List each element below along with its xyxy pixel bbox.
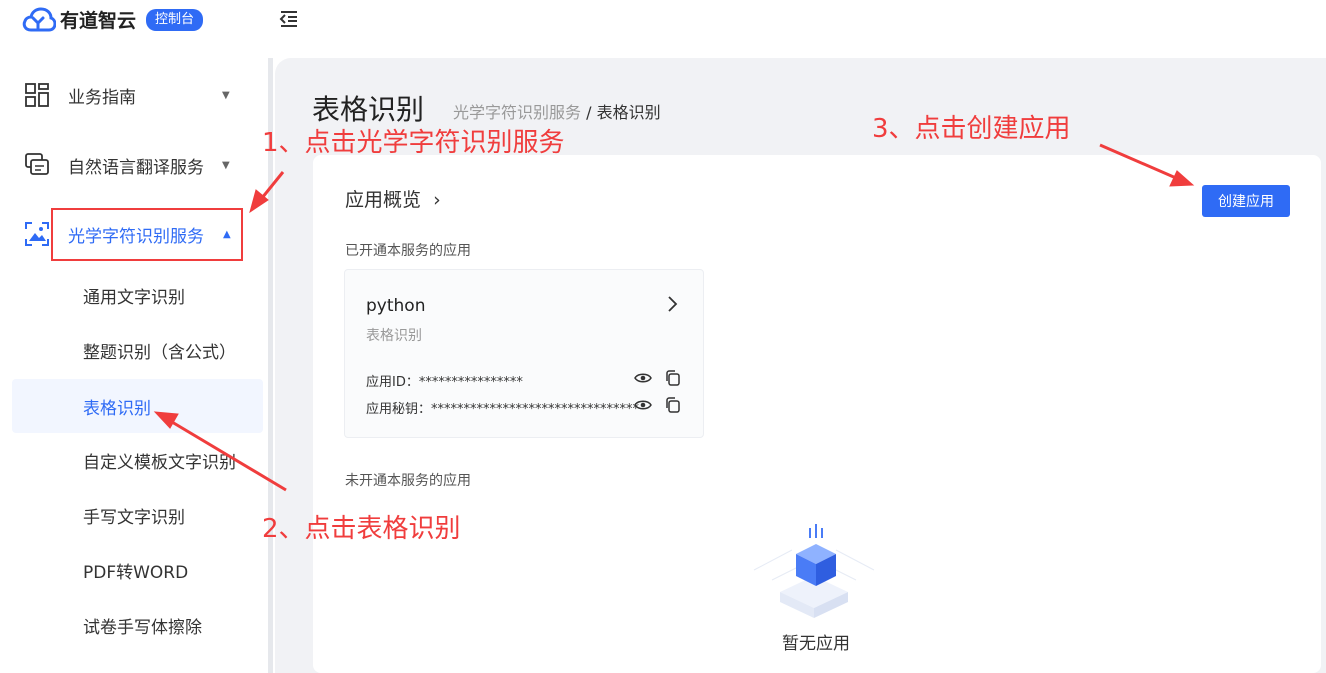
sidebar-item-nlp-translation[interactable]: 自然语言翻译服务 ▼: [0, 139, 268, 191]
caret-down-icon: ▼: [222, 89, 230, 101]
sidebar-subitem-table-recognition[interactable]: 表格识别: [12, 379, 263, 433]
breadcrumb-current: 表格识别: [596, 103, 661, 122]
app-id-label: 应用ID：: [366, 375, 419, 390]
breadcrumb-parent-link[interactable]: 光学字符识别服务: [453, 103, 581, 122]
chevron-right-icon[interactable]: [664, 294, 680, 314]
sidebar-item-label: 自然语言翻译服务: [68, 157, 204, 178]
sidebar-subitem-label: 整题识别（含公式）: [83, 342, 236, 363]
empty-box-illustration: [753, 524, 875, 618]
copy-icon[interactable]: [664, 369, 682, 387]
sidebar-subitem-pdf-to-word[interactable]: PDF转WORD: [12, 543, 263, 597]
eye-icon[interactable]: [634, 369, 652, 387]
app-name: python: [366, 296, 426, 316]
sidebar-item-business-guide[interactable]: 业务指南 ▼: [0, 69, 268, 121]
annotation-step-2: 2、点击表格识别: [262, 514, 461, 544]
sidebar-subitem-custom-template[interactable]: 自定义模板文字识别: [12, 433, 263, 487]
app-overview-title: 应用概览: [345, 189, 422, 211]
create-app-button[interactable]: 创建应用: [1202, 185, 1290, 217]
app-overview-link[interactable]: 应用概览 ›: [345, 185, 441, 212]
annotation-highlight-box: [51, 208, 243, 261]
sidebar-subitem-label: 通用文字识别: [83, 287, 185, 308]
sidebar-subitem-question-recognition[interactable]: 整题识别（含公式）: [12, 323, 263, 377]
enabled-apps-heading: 已开通本服务的应用: [345, 243, 471, 259]
sidebar-item-label: 业务指南: [68, 87, 136, 108]
app-secret-row: 应用秘钥：********************************: [366, 398, 639, 417]
app-id-row: 应用ID：****************: [366, 371, 523, 390]
sidebar-subitem-handwriting[interactable]: 手写文字识别: [12, 488, 263, 542]
grid-icon: [25, 83, 49, 107]
sidebar-subitem-general-text[interactable]: 通用文字识别: [12, 268, 263, 322]
eye-icon[interactable]: [634, 396, 652, 414]
app-service: 表格识别: [366, 328, 422, 344]
cloud-logo-icon: [22, 6, 56, 31]
breadcrumb: 光学字符识别服务 / 表格识别: [453, 99, 661, 123]
sidebar-subitem-label: 手写文字识别: [83, 507, 185, 528]
sidebar: 业务指南 ▼ 自然语言翻译服务 ▼ 光学字符识别服务 ▲ 通用文字识别 整题识别…: [0, 58, 268, 673]
breadcrumb-separator: /: [581, 103, 597, 122]
top-bar: 有道智云 控制台: [0, 0, 1326, 40]
console-badge: 控制台: [146, 8, 204, 31]
caret-down-icon: ▼: [222, 159, 230, 171]
app-secret-label: 应用秘钥：: [366, 402, 432, 417]
annotation-step-1: 1、点击光学字符识别服务: [262, 128, 565, 158]
annotation-step-3: 3、点击创建应用: [872, 114, 1071, 144]
brand-name: 有道智云: [60, 10, 137, 32]
sidebar-subitem-label: 表格识别: [83, 398, 151, 419]
sidebar-subitem-label: PDF转WORD: [83, 562, 189, 583]
collapse-menu-icon[interactable]: [278, 8, 300, 30]
sidebar-subitem-label: 自定义模板文字识别: [83, 452, 236, 473]
sidebar-subitem-label: 试卷手写体擦除: [83, 617, 202, 638]
disabled-apps-heading: 未开通本服务的应用: [345, 473, 471, 489]
app-secret-value: ********************************: [431, 402, 640, 417]
app-id-value: ****************: [418, 375, 523, 390]
empty-state-text: 暂无应用: [782, 634, 850, 654]
chat-translate-icon: [25, 153, 49, 175]
scan-image-icon: [25, 222, 49, 246]
copy-icon[interactable]: [664, 396, 682, 414]
chevron-right-icon: ›: [433, 189, 441, 211]
sidebar-subitem-handwriting-erase[interactable]: 试卷手写体擦除: [12, 598, 263, 652]
brand-logo[interactable]: 有道智云 控制台: [22, 6, 204, 33]
